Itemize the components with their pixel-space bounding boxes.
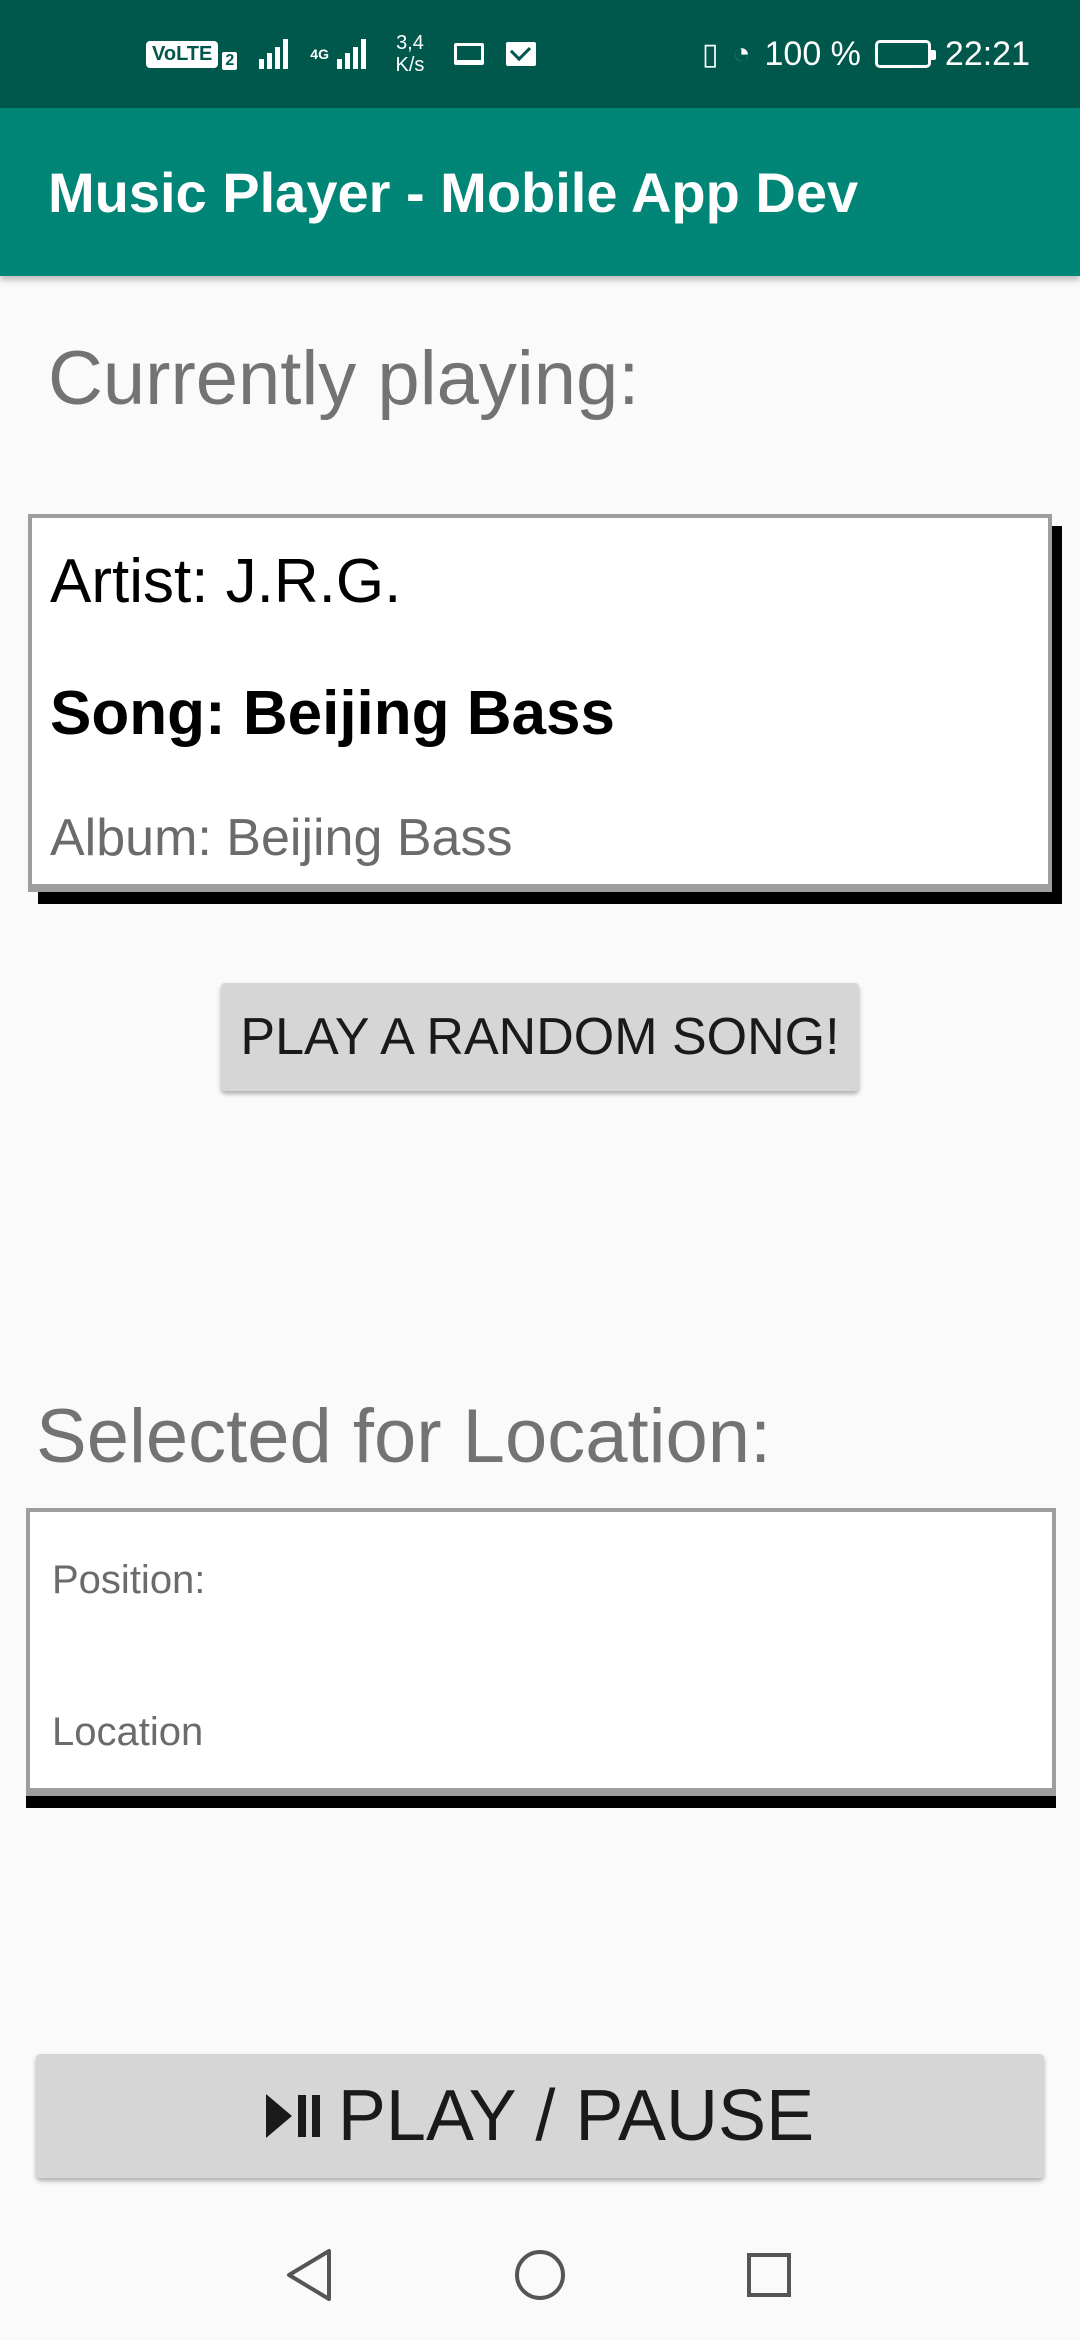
recent-apps-button[interactable] <box>704 2210 834 2340</box>
back-icon <box>287 2249 331 2301</box>
location-label: Location <box>52 1710 204 1754</box>
battery-percent: 100 % <box>764 34 861 73</box>
location-card: Position: Location <box>26 1508 1056 1796</box>
network-speed-value: 3,4 <box>396 32 424 54</box>
home-icon <box>515 2250 565 2300</box>
mail-icon <box>505 42 536 66</box>
play-pause-icon <box>265 2094 320 2138</box>
selected-for-location-heading: Selected for Location: <box>36 1394 772 1479</box>
app-bar: Music Player - Mobile App Dev <box>0 108 1080 276</box>
play-pause-label: PLAY / PAUSE <box>337 2076 815 2156</box>
status-bar-left: VoLTE 2 4G 3,4 K/s <box>146 0 536 108</box>
volte-icon: VoLTE <box>146 40 219 68</box>
status-time: 22:21 <box>944 34 1030 73</box>
artist-text: Artist: J.R.G. <box>50 547 402 616</box>
sim-indicator: 2 <box>222 52 238 70</box>
now-playing-card: Artist: J.R.G. Song: Beijing Bass Album:… <box>28 514 1052 892</box>
screen: VoLTE 2 4G 3,4 K/s ▯ ◔ 100 % 22:21 Music… <box>0 0 1080 2340</box>
back-button[interactable] <box>244 2210 374 2340</box>
song-text: Song: Beijing Bass <box>50 679 615 748</box>
position-label: Position: <box>52 1558 206 1602</box>
currently-playing-heading: Currently playing: <box>48 336 640 421</box>
app-title: Music Player - Mobile App Dev <box>48 160 859 224</box>
battery-icon <box>874 40 936 68</box>
status-bar-right: ▯ ◔ 100 % 22:21 <box>702 0 1030 108</box>
vibrate-icon: ▯ <box>701 37 719 71</box>
recent-apps-icon <box>747 2253 791 2297</box>
status-bar: VoLTE 2 4G 3,4 K/s ▯ ◔ 100 % 22:21 <box>0 0 1080 108</box>
4g-signal-icon <box>336 39 366 69</box>
navigation-bar <box>0 2210 1080 2340</box>
play-random-song-button[interactable]: PLAY A RANDOM SONG! <box>221 983 859 1091</box>
signal-icon <box>259 39 289 69</box>
network-speed: 3,4 K/s <box>388 32 432 76</box>
home-button[interactable] <box>475 2210 605 2340</box>
network-speed-unit: K/s <box>395 54 425 76</box>
album-text: Album: Beijing Bass <box>50 809 513 867</box>
speedometer-icon: ◔ <box>732 37 751 70</box>
laptop-icon <box>453 43 484 65</box>
play-pause-button[interactable]: PLAY / PAUSE <box>36 2054 1044 2178</box>
network-type-label: 4G <box>310 46 329 62</box>
